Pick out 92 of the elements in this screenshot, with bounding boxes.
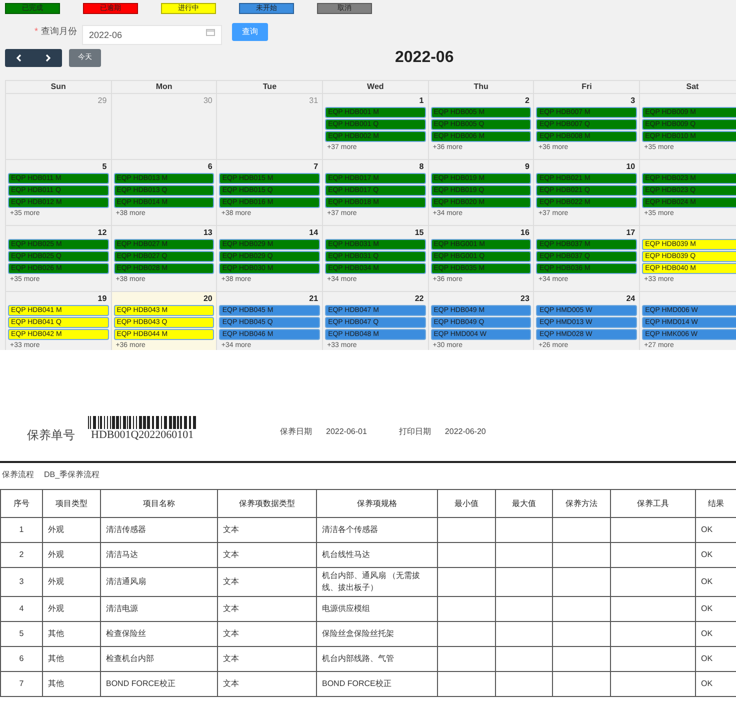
table-cell: 文本 <box>218 568 316 596</box>
flow-label: 保养流程 <box>2 469 34 481</box>
table-cell: 机台线性马达 <box>316 542 438 568</box>
day-number: 1 <box>419 96 424 105</box>
table-cell: 清洁通风扇 <box>100 568 218 596</box>
table-cell: 文本 <box>218 622 316 646</box>
table-cell: 检查机台内部 <box>100 646 218 672</box>
weekday-header: Sat <box>640 81 736 94</box>
calendar-icon <box>206 28 215 36</box>
day-number: 6 <box>208 162 212 171</box>
column-header: 保养工具 <box>610 490 696 518</box>
table-cell: 文本 <box>218 672 316 696</box>
table-cell: 1 <box>0 518 42 542</box>
day-number: 24 <box>626 294 636 303</box>
table-cell: 4 <box>0 596 42 622</box>
weekday-header: Sun <box>6 81 112 94</box>
day-number: 13 <box>203 228 212 237</box>
required-mark: * <box>34 26 38 36</box>
column-header: 项目名称 <box>100 490 218 518</box>
table-cell: 文本 <box>218 542 316 568</box>
day-number: 22 <box>414 294 424 303</box>
table-cell: 清洁马达 <box>100 542 218 568</box>
weekday-header: Thu <box>428 81 534 94</box>
table-cell: 保险丝盒保险丝托架 <box>316 622 438 646</box>
chevron-right-icon <box>44 54 51 62</box>
flow-value: DB_季保养流程 <box>44 469 100 481</box>
day-number: 8 <box>419 162 424 171</box>
column-header: 最大值 <box>496 490 552 518</box>
table-cell: 2 <box>0 542 42 568</box>
day-number: 10 <box>626 162 636 171</box>
weekday-header: Fri <box>534 81 640 94</box>
date-label: 保养日期 <box>280 426 312 438</box>
calendar-title: 2022-06 <box>395 48 454 68</box>
table-cell: 7 <box>0 672 42 696</box>
column-header: 保养方法 <box>552 490 610 518</box>
day-number: 21 <box>309 294 318 303</box>
table-cell: 检查保险丝 <box>100 622 218 646</box>
column-header: 保养项规格 <box>316 490 438 518</box>
day-number: 23 <box>520 294 530 303</box>
order-label: 保养单号 <box>27 427 76 444</box>
month-field[interactable]: 2022-06 <box>82 25 222 45</box>
table-cell: 文本 <box>218 646 316 672</box>
day-number: 3 <box>630 96 636 105</box>
table-cell: 清洁各个传感器 <box>316 518 438 542</box>
table-cell: 清洁传感器 <box>100 518 218 542</box>
table-cell: 其他 <box>42 622 100 646</box>
column-header: 结果 <box>696 490 736 518</box>
table-cell: 外观 <box>42 518 100 542</box>
column-header: 序号 <box>0 490 42 518</box>
day-number: 19 <box>98 294 107 303</box>
day-number: 14 <box>309 228 318 237</box>
day-number: 12 <box>98 228 107 237</box>
table-cell: 电源供应模组 <box>316 596 438 622</box>
table-cell: 清洁电源 <box>100 596 218 622</box>
date-value: 2022-06-01 <box>326 426 367 438</box>
column-header: 保养项数据类型 <box>218 490 316 518</box>
day-number: 29 <box>98 96 107 105</box>
day-number: 17 <box>626 228 636 237</box>
table-cell: 外观 <box>42 542 100 568</box>
table-cell: 5 <box>0 622 42 646</box>
day-number: 31 <box>309 96 318 105</box>
table-cell: 机台内部线路、气管 <box>316 646 438 672</box>
table-cell: 外观 <box>42 568 100 596</box>
table-cell: 3 <box>0 568 42 596</box>
day-number: 7 <box>314 162 318 171</box>
table-cell: 6 <box>0 646 42 672</box>
table-cell: 外观 <box>42 596 100 622</box>
table-cell: 机台内部、通风扇 （无需拔线、拔出板子） <box>316 568 438 596</box>
weekday-header: Wed <box>323 81 429 94</box>
chevron-left-icon <box>16 54 22 62</box>
day-number: 20 <box>203 294 212 303</box>
date-value: 2022-06-20 <box>444 426 486 438</box>
weekday-header: Mon <box>112 81 218 94</box>
column-header: 最小值 <box>438 490 496 518</box>
search-button[interactable]: 查询 <box>232 23 268 41</box>
field-label: 查询月份 <box>41 26 77 36</box>
day-number: 9 <box>524 162 530 171</box>
weekday-header: Tue <box>217 81 324 94</box>
date-label: 打印日期 <box>398 426 431 438</box>
table-cell: 其他 <box>42 672 100 696</box>
day-number: 16 <box>520 228 530 237</box>
table-cell: 其他 <box>42 646 100 672</box>
column-header: 项目类型 <box>42 490 100 518</box>
day-number: 30 <box>203 96 212 105</box>
order-number: HDB001Q2022060101 <box>91 429 195 441</box>
day-number: 5 <box>102 162 107 171</box>
table-cell: BOND FORCE校正 <box>100 672 218 696</box>
day-number: 2 <box>524 96 530 105</box>
table-cell: 文本 <box>218 596 316 622</box>
table-cell: 文本 <box>218 518 316 542</box>
day-number: 15 <box>414 228 424 237</box>
table-cell: BOND FORCE校正 <box>316 672 438 696</box>
